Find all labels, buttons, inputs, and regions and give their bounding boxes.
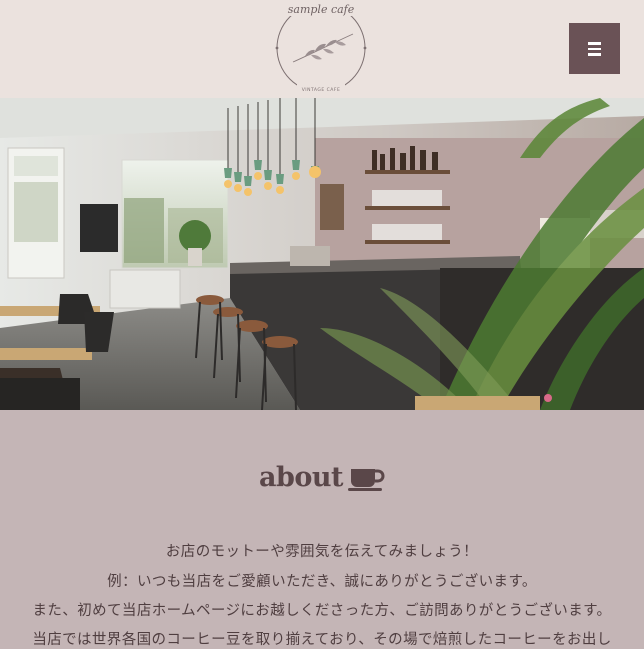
about-heading: about: [0, 462, 644, 502]
hamburger-menu-icon-bar: [588, 53, 601, 56]
about-text-line: また、初めて当店ホームページにお越しくださった方、ご訪問ありがとうございます。: [32, 603, 612, 619]
logo-bottom-text: VINTAGE CAFE: [302, 87, 341, 93]
about-text-line: お店のモットーや雰囲気を伝えてみましょう！: [165, 544, 479, 560]
site-header: sample cafe VINTAGE CAFE: [0, 0, 644, 98]
cafe-logo[interactable]: sample cafe VINTAGE CAFE: [271, 0, 371, 96]
about-text-line: 例：いつも当店をご愛顧いただき、誠にありがとうございます。: [107, 574, 537, 590]
hamburger-menu-icon-bar: [588, 47, 601, 50]
logo-top-text: sample cafe: [288, 3, 355, 16]
about-text-line: 当店では世界各国のコーヒー豆を取り揃えており、その場で焙煎したコーヒーをお出し: [32, 632, 612, 648]
coffee-cup-icon: [347, 463, 385, 493]
hero-image: [0, 98, 644, 410]
menu-button[interactable]: [569, 23, 620, 74]
hamburger-menu-icon: [588, 42, 601, 45]
about-title: about: [259, 462, 343, 493]
